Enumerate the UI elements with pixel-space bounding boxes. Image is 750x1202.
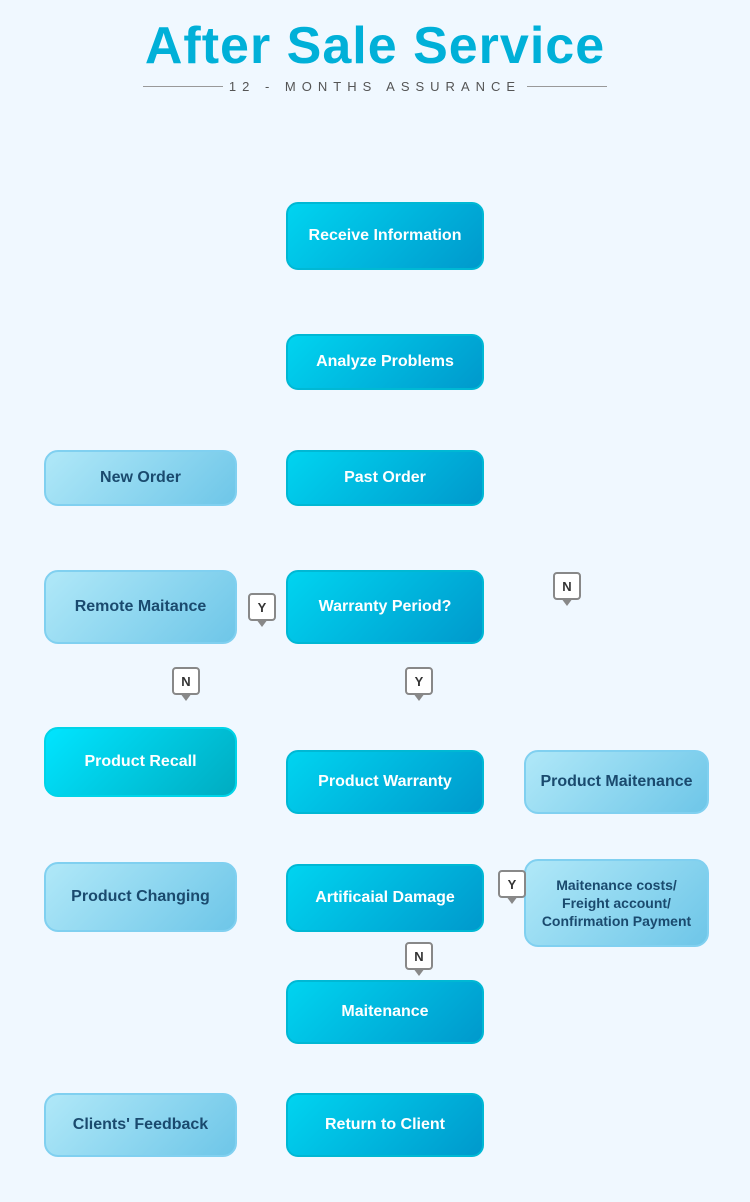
badge-n-damage: N bbox=[405, 942, 433, 970]
product-recall-box: Product Recall bbox=[44, 727, 237, 797]
maitenance-costs-box: Maitenance costs/ Freight account/ Confi… bbox=[524, 859, 709, 947]
clients-feedback-box: Clients' Feedback bbox=[44, 1093, 237, 1157]
analyze-problems-box: Analyze Problems bbox=[286, 334, 484, 390]
product-maitenance-box: Product Maitenance bbox=[524, 750, 709, 814]
header-subtitle: 12 - MONTHS ASSURANCE bbox=[0, 79, 750, 94]
product-warranty-box: Product Warranty bbox=[286, 750, 484, 814]
maitenance-box: Maitenance bbox=[286, 980, 484, 1044]
badge-n-remote: N bbox=[172, 667, 200, 695]
past-order-box: Past Order bbox=[286, 450, 484, 506]
flowchart: Receive Information Analyze Problems New… bbox=[0, 102, 750, 1162]
warranty-period-box: Warranty Period? bbox=[286, 570, 484, 644]
badge-y-remote: Y bbox=[248, 593, 276, 621]
page-wrapper: After Sale Service 12 - MONTHS ASSURANCE bbox=[0, 0, 750, 1202]
new-order-box: New Order bbox=[44, 450, 237, 506]
return-to-client-box: Return to Client bbox=[286, 1093, 484, 1157]
page-title: After Sale Service bbox=[0, 18, 750, 75]
product-changing-box: Product Changing bbox=[44, 862, 237, 932]
badge-y-warranty: Y bbox=[405, 667, 433, 695]
badge-n-warranty: N bbox=[553, 572, 581, 600]
badge-y-damage: Y bbox=[498, 870, 526, 898]
remote-maitance-box: Remote Maitance bbox=[44, 570, 237, 644]
artificaial-damage-box: Artificaial Damage bbox=[286, 864, 484, 932]
header: After Sale Service 12 - MONTHS ASSURANCE bbox=[0, 0, 750, 102]
receive-information-box: Receive Information bbox=[286, 202, 484, 270]
